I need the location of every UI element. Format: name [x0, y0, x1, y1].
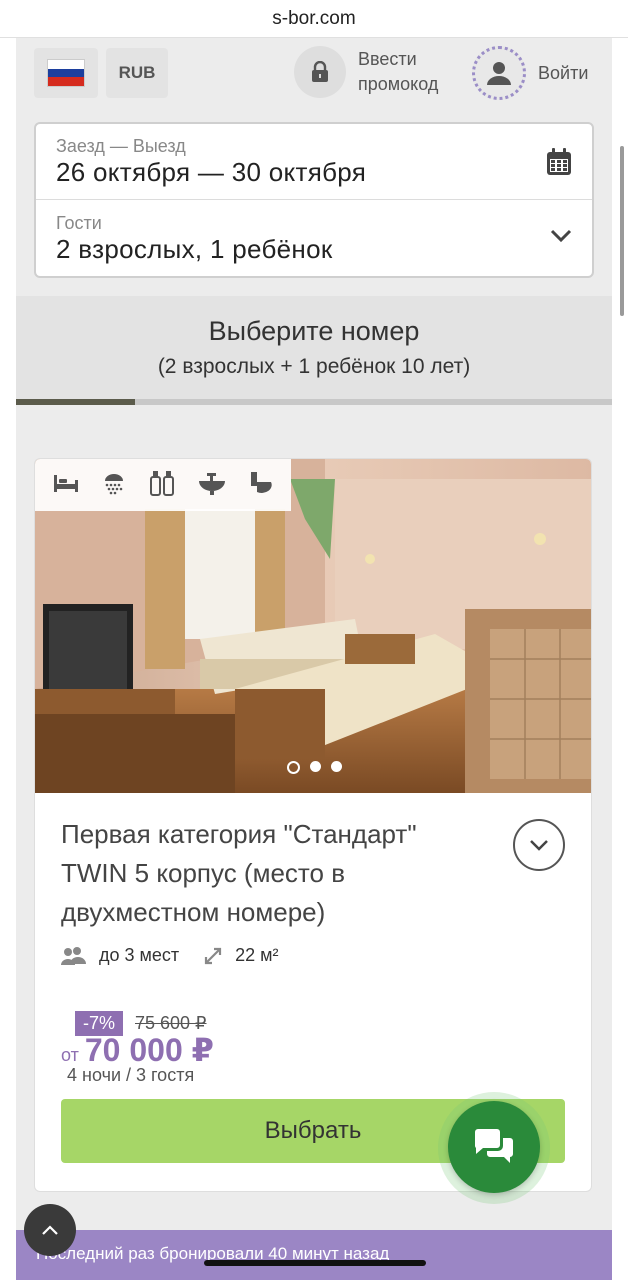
capacity-feature: до 3 мест: [61, 945, 179, 966]
chevron-down-icon: [550, 229, 572, 248]
chevron-up-icon: [42, 1225, 58, 1235]
chat-bubbles-icon: [475, 1129, 513, 1163]
last-booking-notice: Последний раз бронировали 40 минут назад: [16, 1230, 612, 1280]
room-card: Первая категория "Стандарт" TWIN 5 корпу…: [34, 458, 592, 1192]
calendar-icon: [546, 148, 572, 181]
toilet-icon: [249, 470, 273, 501]
toiletries-icon: [149, 469, 175, 502]
expand-details-button[interactable]: [513, 819, 565, 871]
price: от 70 000 ₽: [61, 1031, 214, 1069]
photo-dot[interactable]: [330, 761, 342, 772]
bed-icon: [53, 472, 79, 499]
price-from-label: от: [61, 1045, 79, 1065]
room-features: до 3 мест 22 м²: [61, 945, 303, 966]
guests-value: 2 взрослых, 1 ребёнок: [56, 234, 333, 264]
people-icon: [61, 946, 86, 965]
room-photo[interactable]: [35, 459, 591, 793]
language-button[interactable]: [34, 48, 98, 98]
scroll-to-top-button[interactable]: [24, 1204, 76, 1256]
lock-icon: [294, 46, 346, 98]
booking-form: Заезд — Выезд 26 октября — 30 октября Го…: [34, 122, 594, 278]
price-note: 4 ночи / 3 гостя: [67, 1065, 195, 1085]
page: RUB Ввести промокод Войти Заезд — Выезд …: [16, 38, 612, 1280]
area-feature: 22 м²: [203, 945, 279, 966]
area-text: 22 м²: [235, 945, 279, 965]
sink-icon: [198, 471, 226, 500]
promo-code-button[interactable]: Ввести промокод: [294, 46, 458, 98]
capacity-text: до 3 мест: [99, 945, 180, 965]
chevron-down-icon: [530, 840, 548, 851]
photo-dot[interactable]: [309, 761, 321, 772]
price-value: 70 000 ₽: [84, 1032, 214, 1068]
room-step-header: Выберите номер (2 взрослых + 1 ребёнок 1…: [16, 296, 612, 404]
room-title: Первая категория "Стандарт" TWIN 5 корпу…: [61, 819, 417, 927]
dates-value: 26 октября — 30 октября: [56, 157, 367, 187]
amenities-bar: [35, 459, 291, 511]
promo-label: Ввести промокод: [358, 49, 439, 94]
guests-field[interactable]: Гости 2 взрослых, 1 ребёнок: [36, 201, 592, 277]
russia-flag-icon: [47, 59, 85, 87]
home-indicator: [204, 1260, 426, 1266]
step-title: Выберите номер: [208, 316, 420, 346]
resize-arrows-icon: [205, 947, 222, 964]
dates-label: Заезд — Выезд: [56, 136, 186, 156]
step-subtitle: (2 взрослых + 1 ребёнок 10 лет): [157, 355, 471, 378]
scrollbar[interactable]: [620, 146, 624, 316]
step-progress-fill: [16, 399, 136, 405]
photo-pagination: [35, 761, 591, 774]
top-bar: RUB Ввести промокод Войти: [16, 38, 612, 122]
login-label: Войти: [538, 62, 589, 83]
user-icon: [472, 46, 526, 100]
photo-dot[interactable]: [286, 761, 300, 774]
browser-url-bar[interactable]: s-bor.com: [0, 0, 628, 38]
dates-field[interactable]: Заезд — Выезд 26 октября — 30 октября: [36, 124, 592, 200]
guests-label: Гости: [56, 213, 102, 233]
currency-button[interactable]: RUB: [106, 48, 168, 98]
step-progress-bar: [16, 399, 612, 405]
shower-icon: [102, 471, 126, 500]
url-text: s-bor.com: [272, 7, 356, 29]
login-button[interactable]: Войти: [472, 46, 588, 100]
chat-button[interactable]: [448, 1101, 540, 1193]
